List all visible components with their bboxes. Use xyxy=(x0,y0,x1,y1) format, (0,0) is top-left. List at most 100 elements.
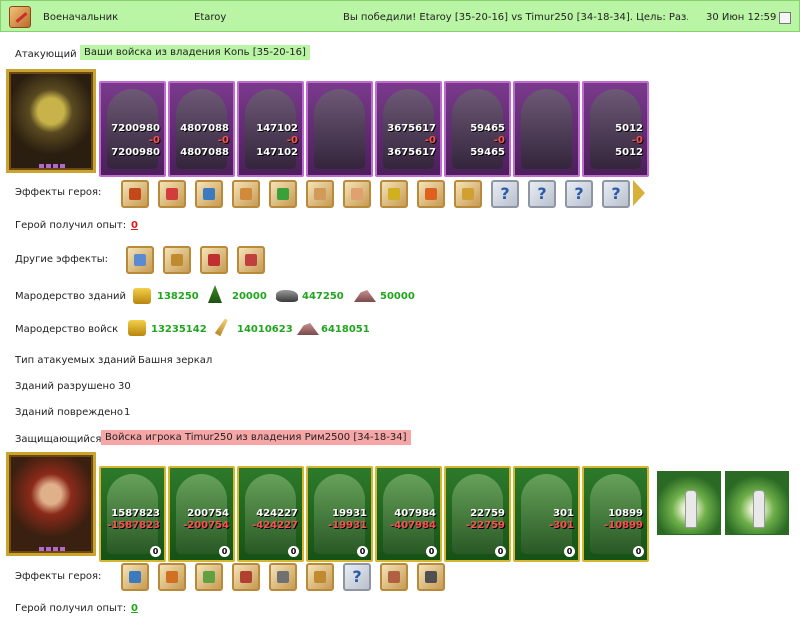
swords-effect[interactable] xyxy=(121,180,149,208)
unit-remaining: 0 xyxy=(288,546,299,557)
defender-hero-portrait[interactable] xyxy=(6,452,96,556)
attacker-label: Атакующий xyxy=(15,49,77,60)
target-type-label: Тип атакуемых зданий xyxy=(15,355,136,366)
unit-count: 200754 xyxy=(187,508,229,519)
unit-losses: -200754 xyxy=(183,520,229,531)
spear-effect[interactable] xyxy=(380,563,408,591)
shield-glyph-icon xyxy=(203,188,215,200)
hero-level-pips xyxy=(39,164,67,168)
loot-troops-gold: 13235142 xyxy=(151,324,207,335)
unknown-effect[interactable] xyxy=(491,180,519,208)
report-user: Etaroy xyxy=(194,12,227,23)
target-type-value: Башня зеркал xyxy=(138,355,213,366)
shield-gold-effect[interactable] xyxy=(158,563,186,591)
select-checkbox[interactable] xyxy=(779,12,791,24)
ring-effect[interactable] xyxy=(195,563,223,591)
report-date: 30 Июн 12:59 xyxy=(706,12,777,23)
hand-glyph-icon xyxy=(351,188,363,200)
attacker-hero-effects-label: Эффекты героя: xyxy=(15,187,102,198)
scroll-effect[interactable] xyxy=(232,563,260,591)
unit-card[interactable]: 301 -301 0 xyxy=(513,466,580,562)
loot-buildings-ore: 447250 xyxy=(302,291,344,302)
sword-red-effect[interactable] xyxy=(237,246,265,274)
mirror-tower-building[interactable] xyxy=(725,471,789,535)
unit-card[interactable]: 19931 -19931 0 xyxy=(306,466,373,562)
gold-stack-glyph-icon xyxy=(388,188,400,200)
unit-card[interactable]: 10899 -10899 0 xyxy=(582,466,649,562)
grain-icon xyxy=(211,315,234,339)
gold-stack-effect[interactable] xyxy=(380,180,408,208)
unit-losses: -19931 xyxy=(328,520,367,531)
unit-card[interactable]: 200754 -200754 0 xyxy=(168,466,235,562)
ring-glyph-icon xyxy=(203,571,215,583)
unit-remaining: 0 xyxy=(633,546,644,557)
shield-effect[interactable] xyxy=(195,180,223,208)
unit-losses: -22759 xyxy=(466,520,505,531)
unknown-effect[interactable] xyxy=(528,180,556,208)
attacker-hero-portrait[interactable] xyxy=(6,69,96,173)
unit-card[interactable]: 3675617 -0 3675617 xyxy=(375,81,442,177)
hero-level-pips xyxy=(39,547,67,551)
unit-count: 59465 xyxy=(470,123,505,134)
unit-remaining: 4807088 xyxy=(180,147,229,158)
unit-count: 7200980 xyxy=(111,123,160,134)
unknown-effect[interactable] xyxy=(602,180,630,208)
unknown-effect[interactable] xyxy=(343,563,371,591)
attacker-exp-value[interactable]: 0 xyxy=(131,220,138,231)
unit-count: 10899 xyxy=(608,508,643,519)
unit-losses: -1587823 xyxy=(107,520,160,531)
unit-count: 3675617 xyxy=(387,123,436,134)
ore-icon xyxy=(276,290,298,302)
mirror-tower-building[interactable] xyxy=(657,471,721,535)
swords-glyph-icon xyxy=(129,188,141,200)
destroyed-value: 30 xyxy=(118,381,131,392)
unit-losses: -0 xyxy=(217,135,229,146)
unit-card[interactable]: 424227 -424227 0 xyxy=(237,466,304,562)
unit-card[interactable]: 1587823 -1587823 0 xyxy=(99,466,166,562)
bracelet-glyph-icon xyxy=(314,571,326,583)
sword-buff-effect[interactable] xyxy=(126,246,154,274)
unit-count: 1587823 xyxy=(111,508,160,519)
fire-bolt-effect[interactable] xyxy=(417,180,445,208)
scroll-effect[interactable] xyxy=(163,246,191,274)
shield-gold-glyph-icon xyxy=(166,571,178,583)
handshake-effect[interactable] xyxy=(306,180,334,208)
unit-card[interactable]: 22759 -22759 0 xyxy=(444,466,511,562)
battle-report-header[interactable]: Военачальник Etaroy Вы победили! Etaroy … xyxy=(0,0,800,32)
dice-effect[interactable] xyxy=(158,180,186,208)
unit-card[interactable]: 5012 -0 5012 xyxy=(582,81,649,177)
scroll-right-arrow[interactable] xyxy=(633,180,645,206)
stone-icon xyxy=(354,290,376,302)
gold-icon xyxy=(128,320,146,336)
defender-source: Войска игрока Timur250 из владения Рим25… xyxy=(101,430,411,445)
unit-card[interactable] xyxy=(306,81,373,177)
hand-shield-effect[interactable] xyxy=(232,180,260,208)
sword-green-glyph-icon xyxy=(277,188,289,200)
unit-count: 5012 xyxy=(615,123,643,134)
unit-remaining: 0 xyxy=(426,546,437,557)
unit-card[interactable]: 407984 -407984 0 xyxy=(375,466,442,562)
book-effect[interactable] xyxy=(121,563,149,591)
defender-exp-value[interactable]: 0 xyxy=(131,603,138,614)
unit-card[interactable]: 4807088 -0 4807088 xyxy=(168,81,235,177)
loot-buildings-gold: 138250 xyxy=(157,291,199,302)
sword-green-effect[interactable] xyxy=(269,180,297,208)
cloak-effect[interactable] xyxy=(417,563,445,591)
handshake-glyph-icon xyxy=(314,188,326,200)
hand-effect[interactable] xyxy=(343,180,371,208)
loot-buildings-label: Мародерство зданий xyxy=(15,291,127,302)
unit-losses: -10899 xyxy=(604,520,643,531)
red-potion-effect[interactable] xyxy=(200,246,228,274)
coins-effect[interactable] xyxy=(454,180,482,208)
armor-effect[interactable] xyxy=(269,563,297,591)
unit-card[interactable] xyxy=(513,81,580,177)
unit-card[interactable]: 59465 -0 59465 xyxy=(444,81,511,177)
unit-remaining: 3675617 xyxy=(387,147,436,158)
unit-card[interactable]: 147102 -0 147102 xyxy=(237,81,304,177)
unit-card[interactable]: 7200980 -0 7200980 xyxy=(99,81,166,177)
unit-count: 407984 xyxy=(394,508,436,519)
bracelet-effect[interactable] xyxy=(306,563,334,591)
unit-remaining: 0 xyxy=(564,546,575,557)
damaged-value: 1 xyxy=(124,407,131,418)
unknown-effect[interactable] xyxy=(565,180,593,208)
